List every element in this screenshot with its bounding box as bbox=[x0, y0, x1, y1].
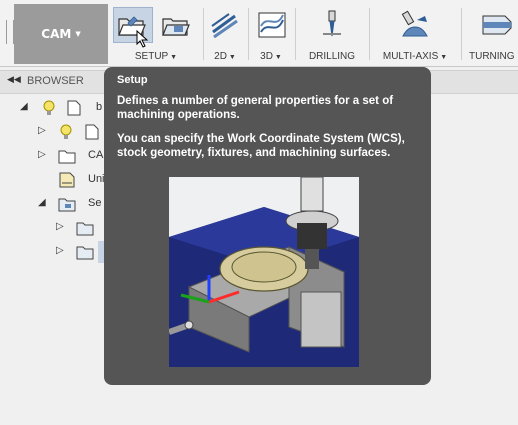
ruler-icon bbox=[59, 172, 75, 188]
tool-label-turning: TURNING bbox=[469, 51, 515, 62]
collapse-icon[interactable]: ◀◀ bbox=[7, 75, 21, 85]
folder-icon bbox=[58, 150, 76, 164]
document-icon bbox=[67, 100, 81, 116]
multi-axis-icon bbox=[401, 10, 428, 37]
tool-label-drilling: DRILLING bbox=[308, 51, 356, 62]
toolbar-grip[interactable] bbox=[6, 20, 14, 44]
setup-folder-icon bbox=[58, 198, 76, 212]
bulb-icon[interactable] bbox=[40, 99, 58, 117]
tool-multi-axis[interactable]: MULTI-AXIS ▼ bbox=[372, 4, 458, 64]
expand-arrow-icon[interactable]: ▷ bbox=[56, 245, 64, 256]
tooltip-title: Setup bbox=[117, 74, 148, 86]
browser-title: BROWSER bbox=[27, 75, 84, 87]
drill-icon bbox=[323, 10, 341, 37]
tool-2d[interactable]: 2D ▼ bbox=[204, 4, 246, 64]
tooltip-setup: Setup Defines a number of general proper… bbox=[104, 67, 431, 385]
separator bbox=[461, 8, 462, 60]
turning-icon bbox=[482, 15, 512, 35]
expand-arrow-icon[interactable]: ▷ bbox=[38, 149, 46, 160]
chevron-down-icon: ▼ bbox=[75, 30, 81, 38]
collapse-arrow-icon[interactable]: ◢ bbox=[20, 101, 28, 112]
tree-item[interactable]: ▷ CA bbox=[0, 145, 104, 167]
bulb-icon[interactable] bbox=[57, 123, 75, 141]
tree-item[interactable]: ▷ bbox=[0, 121, 104, 143]
2d-milling-icon bbox=[211, 13, 238, 39]
tooltip-details: You can specify the Work Coordinate Syst… bbox=[117, 133, 405, 159]
separator bbox=[295, 8, 296, 60]
tree-item-label: b bbox=[96, 101, 103, 113]
tree-item-label: Uni bbox=[88, 173, 105, 185]
tree-item[interactable]: ◢ b bbox=[0, 97, 104, 119]
workspace-switcher[interactable]: CAM ▼ bbox=[14, 4, 108, 64]
separator bbox=[369, 8, 370, 60]
expand-arrow-icon[interactable]: ▷ bbox=[56, 221, 64, 232]
tooltip-description: Defines a number of general properties f… bbox=[117, 95, 394, 121]
collapse-arrow-icon[interactable]: ◢ bbox=[38, 197, 46, 208]
operation-icon bbox=[76, 246, 94, 260]
tree-item[interactable]: ▷ bbox=[0, 217, 104, 239]
3d-milling-icon bbox=[258, 12, 286, 38]
tree-item[interactable]: Uni bbox=[0, 169, 105, 191]
tool-drilling[interactable]: DRILLING bbox=[297, 4, 367, 64]
tool-label-2d: 2D ▼ bbox=[214, 51, 236, 62]
expand-arrow-icon[interactable]: ▷ bbox=[38, 125, 46, 136]
document-icon bbox=[85, 124, 99, 140]
tool-turning[interactable]: TURNING bbox=[463, 4, 518, 64]
mouse-cursor-icon bbox=[136, 30, 149, 48]
tree-item-label: Se bbox=[88, 197, 102, 209]
tool-3d[interactable]: 3D ▼ bbox=[249, 4, 293, 64]
toolbar: CAM ▼ SETUP ▼ 2D ▼ 3D ▼ DRILLING MULTI-A… bbox=[0, 0, 518, 67]
tree-item[interactable]: ▷ bbox=[0, 241, 104, 263]
tool-label-setup: SETUP ▼ bbox=[134, 51, 178, 62]
workspace-label: CAM bbox=[41, 27, 72, 41]
tool-label-3d: 3D ▼ bbox=[260, 51, 282, 62]
tree-item[interactable]: ◢ Se bbox=[0, 193, 104, 215]
setup-illustration bbox=[169, 177, 359, 367]
tool-setup[interactable]: SETUP ▼ bbox=[110, 4, 202, 64]
tree-item-label: CA bbox=[88, 149, 104, 161]
operation-icon bbox=[76, 222, 94, 236]
new-folder-icon bbox=[162, 18, 190, 36]
tool-label-multi-axis: MULTI-AXIS ▼ bbox=[382, 51, 448, 62]
